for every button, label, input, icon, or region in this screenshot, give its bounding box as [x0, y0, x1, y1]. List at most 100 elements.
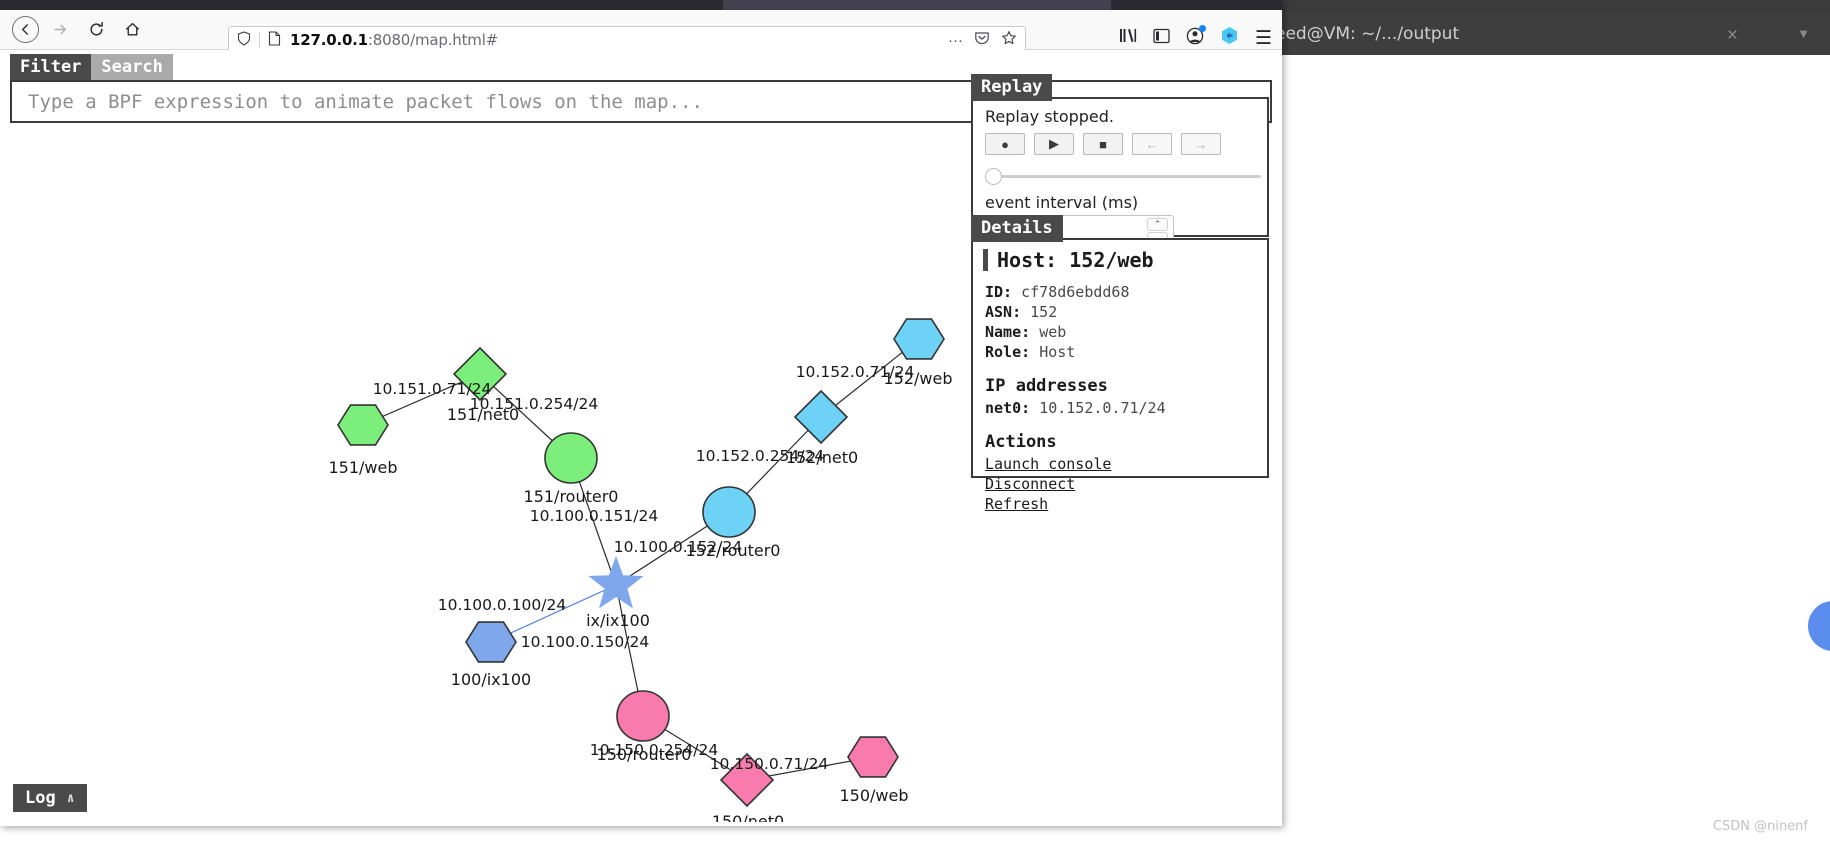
- browser-active-tab[interactable]: [723, 0, 1111, 10]
- home-icon[interactable]: [117, 15, 147, 45]
- details-heading: Host: 152/web: [997, 248, 1154, 272]
- map-edge-label: 10.100.0.100/24: [438, 596, 566, 614]
- details-value-asn: 152: [1030, 303, 1058, 321]
- map-node-152-router0[interactable]: [702, 486, 756, 538]
- url-bar-actions: ···: [948, 30, 1017, 50]
- details-value-name: web: [1039, 323, 1067, 341]
- sync-glyph: [1221, 27, 1237, 44]
- action-disconnect[interactable]: Disconnect: [985, 474, 1166, 494]
- map-node-100-ix100[interactable]: [465, 621, 517, 663]
- log-label: Log: [25, 788, 56, 808]
- forward-arrow-glyph: [53, 24, 66, 35]
- replay-record-button[interactable]: ●: [985, 133, 1025, 155]
- library-glyph: [1119, 29, 1137, 42]
- filter-search-tabs: Filter Search: [10, 54, 173, 81]
- map-node-label-151-router0: 151/router0: [524, 487, 619, 506]
- url-bar-separator: [259, 32, 260, 48]
- details-value-net0: 10.152.0.71/24: [1039, 399, 1166, 417]
- slider-track: [995, 175, 1261, 178]
- replay-position-slider[interactable]: [985, 167, 1261, 185]
- stepper-up-icon[interactable]: ⌃: [1147, 218, 1168, 231]
- details-key-id: ID:: [985, 283, 1013, 301]
- map-node-151-web[interactable]: [337, 404, 389, 446]
- replay-play-button[interactable]: ▶: [1034, 133, 1074, 155]
- star-glyph: [1002, 31, 1016, 45]
- close-icon[interactable]: ×: [1727, 25, 1738, 47]
- replay-status-text: Replay stopped.: [985, 107, 1114, 126]
- browser-navigation-bar: 127.0.0.1:8080/map.html# ··· ☰: [0, 10, 1282, 54]
- details-section-actions: Actions: [985, 432, 1057, 452]
- page-actions-icon[interactable]: ···: [948, 32, 963, 49]
- replay-step-back-button[interactable]: ←: [1132, 133, 1172, 155]
- home-glyph: [125, 22, 139, 36]
- reload-glyph: [89, 21, 103, 36]
- account-badge: [1198, 24, 1206, 32]
- map-edge-label: 10.100.0.152/24: [614, 538, 742, 556]
- map-node-label-ix-ix100: ix/ix100: [586, 611, 650, 630]
- details-row-role: Role: Host: [985, 342, 1166, 362]
- account-icon[interactable]: [1186, 24, 1206, 50]
- map-edge-label: 10.100.0.151/24: [530, 507, 658, 525]
- details-row-id: ID: cf78d6ebdd68: [985, 282, 1166, 302]
- forward-icon[interactable]: [45, 15, 75, 45]
- hamburger-menu-icon[interactable]: ☰: [1255, 27, 1272, 50]
- map-edge-label: 10.152.0.254/24: [696, 447, 824, 465]
- back-arrow-glyph: [21, 24, 29, 35]
- map-node-151-router0[interactable]: [544, 432, 598, 484]
- map-edge-label: 10.150.0.254/24: [590, 741, 718, 759]
- quantity-stepper: ⌃ ⌄: [1147, 218, 1168, 245]
- bookmark-star-icon[interactable]: [1001, 30, 1017, 50]
- log-toggle-button[interactable]: Log ∧: [13, 784, 87, 812]
- map-edge-label: 10.152.0.71/24: [796, 363, 915, 381]
- page-glyph: [268, 31, 281, 46]
- url-text: 127.0.0.1:8080/map.html#: [290, 31, 498, 49]
- map-node-150-router0[interactable]: [616, 690, 670, 742]
- map-node-label-151-web: 151/web: [328, 458, 397, 477]
- details-value-id: cf78d6ebdd68: [1021, 283, 1130, 301]
- replay-panel-title: Replay: [971, 74, 1053, 101]
- action-refresh[interactable]: Refresh: [985, 494, 1166, 514]
- replay-transport-buttons: ● ▶ ■ ← →: [985, 133, 1221, 155]
- replay-stop-button[interactable]: ■: [1083, 133, 1123, 155]
- map-node-ix-ix100[interactable]: [588, 556, 644, 609]
- shield-icon[interactable]: [237, 31, 251, 49]
- details-key-net0: net0:: [985, 399, 1031, 417]
- replay-step-forward-button[interactable]: →: [1181, 133, 1221, 155]
- terminal-tab-title: eed@VM: ~/.../output: [1275, 23, 1460, 44]
- details-section-ip: IP addresses: [985, 376, 1108, 396]
- details-field-list: ID: cf78d6ebdd68 ASN: 152 Name: web Role…: [985, 282, 1166, 514]
- browser-toolbar-right: ☰: [1119, 24, 1272, 50]
- map-node-150-web[interactable]: [847, 736, 899, 778]
- page-icon[interactable]: [268, 31, 281, 49]
- library-icon[interactable]: [1119, 27, 1137, 49]
- tab-search[interactable]: Search: [91, 54, 173, 81]
- slider-thumb[interactable]: [985, 168, 1002, 185]
- details-key-name: Name:: [985, 323, 1031, 341]
- back-icon[interactable]: [12, 16, 39, 43]
- sidebar-glyph: [1153, 28, 1170, 43]
- tab-filter[interactable]: Filter: [10, 54, 92, 81]
- screen: eed@VM: ~/.../output × ▼ anonymous>] cf7…: [0, 0, 1830, 846]
- details-key-role: Role:: [985, 343, 1031, 361]
- details-row-net0: net0: 10.152.0.71/24: [985, 398, 1166, 418]
- url-host: 127.0.0.1: [290, 31, 368, 49]
- sidebar-icon[interactable]: [1153, 28, 1170, 49]
- pocket-icon[interactable]: [974, 30, 990, 50]
- details-row-name: Name: web: [985, 322, 1166, 342]
- chevron-up-icon: ∧: [66, 790, 75, 806]
- map-edge-label: 10.151.0.254/24: [470, 395, 598, 413]
- details-panel-title: Details: [971, 215, 1063, 242]
- sync-icon[interactable]: [1220, 26, 1239, 50]
- details-accent-bar: [983, 249, 988, 271]
- map-edge-label: 10.100.0.150/24: [521, 633, 649, 651]
- scrollbar-corner: [0, 822, 1282, 826]
- shield-glyph: [237, 31, 251, 46]
- details-value-role: Host: [1039, 343, 1076, 361]
- action-launch-console[interactable]: Launch console: [985, 454, 1166, 474]
- reload-icon[interactable]: [81, 15, 111, 45]
- map-edge-label: 10.150.0.71/24: [710, 755, 829, 773]
- chevron-down-icon[interactable]: ▼: [1797, 26, 1810, 41]
- event-interval-label: event interval (ms): [985, 193, 1139, 212]
- watermark: CSDN @ninenf: [1712, 819, 1808, 834]
- details-panel: Host: 152/web ID: cf78d6ebdd68 ASN: 152 …: [971, 238, 1269, 513]
